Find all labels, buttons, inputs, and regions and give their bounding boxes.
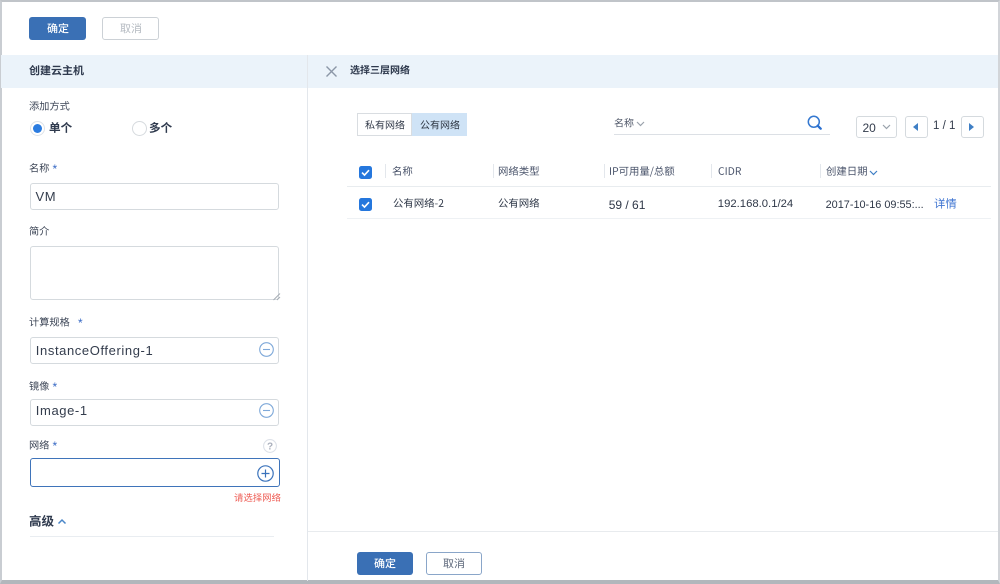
svg-text:?: ? [267, 442, 273, 453]
